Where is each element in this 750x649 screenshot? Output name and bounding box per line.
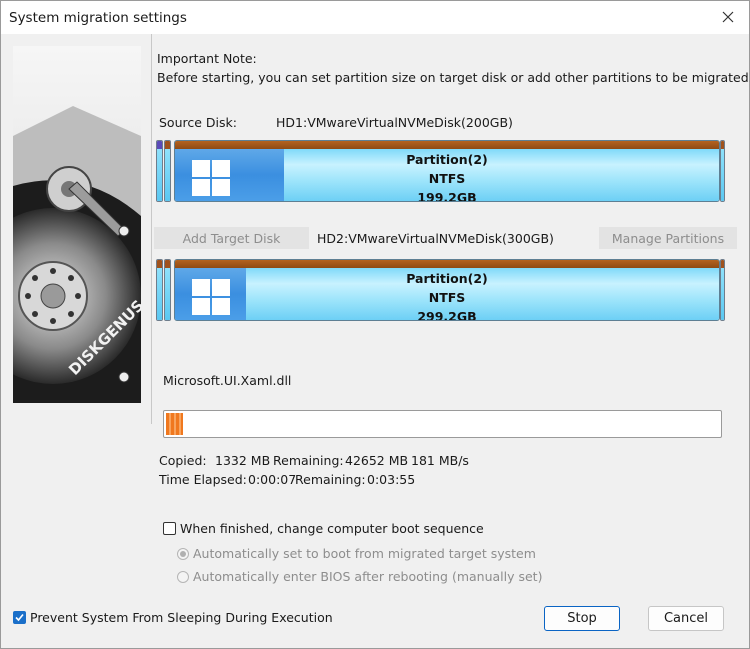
- check-icon: [15, 613, 24, 622]
- close-icon[interactable]: [717, 6, 739, 28]
- migration-dialog: System migration settings DISKGENUS Impo…: [0, 0, 750, 649]
- source-disk-label: Source Disk:: [159, 115, 237, 130]
- partition-strip[interactable]: [164, 259, 171, 321]
- current-file: Microsoft.UI.Xaml.dll: [163, 373, 292, 388]
- elapsed-label: Time Elapsed:: [159, 472, 247, 487]
- partition-strip[interactable]: [720, 140, 725, 202]
- copied-value: 1332 MB: [215, 453, 271, 468]
- bios-label[interactable]: Automatically enter BIOS after rebooting…: [193, 569, 542, 584]
- target-disk-map[interactable]: Partition(2) NTFS 299.2GB: [156, 257, 725, 323]
- bios-radio[interactable]: [177, 571, 189, 583]
- copied-label: Copied:: [159, 453, 207, 468]
- partition-filesystem: NTFS: [428, 290, 466, 305]
- stop-button[interactable]: Stop: [544, 606, 620, 631]
- partition-strip[interactable]: [156, 140, 163, 202]
- partition-strip[interactable]: [720, 259, 725, 321]
- partition-strip[interactable]: [164, 140, 171, 202]
- note-text: Before starting, you can set partition s…: [157, 70, 750, 85]
- speed-value: 181 MB/s: [411, 453, 469, 468]
- cancel-button[interactable]: Cancel: [648, 606, 724, 631]
- note-heading: Important Note:: [157, 51, 257, 66]
- elapsed-value: 0:00:07: [248, 472, 297, 487]
- manage-partitions-button[interactable]: Manage Partitions: [599, 227, 737, 249]
- source-disk-map[interactable]: Partition(2) NTFS 199.2GB: [156, 138, 725, 204]
- window-title: System migration settings: [9, 10, 187, 26]
- partition-filesystem: NTFS: [428, 171, 466, 186]
- target-partition-block[interactable]: Partition(2) NTFS 299.2GB: [174, 259, 720, 321]
- time-remaining-value: 0:03:55: [367, 472, 416, 487]
- side-panel: DISKGENUS: [1, 34, 152, 424]
- title-bar: System migration settings: [1, 1, 749, 34]
- progress-bar: [163, 410, 722, 438]
- source-partition-block[interactable]: Partition(2) NTFS 199.2GB: [174, 140, 720, 202]
- boot-change-checkbox[interactable]: [163, 522, 176, 535]
- hard-disk-image: DISKGENUS: [13, 46, 141, 403]
- source-disk-name: HD1:VMwareVirtualNVMeDisk(200GB): [276, 115, 513, 130]
- partition-size: 199.2GB: [417, 190, 477, 202]
- prevent-sleep-checkbox[interactable]: [13, 611, 26, 624]
- auto-boot-radio[interactable]: [177, 548, 189, 560]
- auto-boot-label[interactable]: Automatically set to boot from migrated …: [193, 546, 536, 561]
- partition-name: Partition(2): [406, 152, 488, 167]
- partition-size: 299.2GB: [417, 309, 477, 321]
- prevent-sleep-label[interactable]: Prevent System From Sleeping During Exec…: [30, 610, 333, 625]
- target-disk-name: HD2:VMwareVirtualNVMeDisk(300GB): [317, 231, 554, 246]
- partition-name: Partition(2): [406, 271, 488, 286]
- progress-fill: [166, 413, 183, 435]
- time-remaining-label: Remaining:: [295, 472, 366, 487]
- add-target-disk-button[interactable]: Add Target Disk: [154, 227, 309, 249]
- partition-strip[interactable]: [156, 259, 163, 321]
- remaining-label: Remaining:: [273, 453, 344, 468]
- remaining-value: 42652 MB: [345, 453, 409, 468]
- boot-change-label[interactable]: When finished, change computer boot sequ…: [180, 521, 484, 536]
